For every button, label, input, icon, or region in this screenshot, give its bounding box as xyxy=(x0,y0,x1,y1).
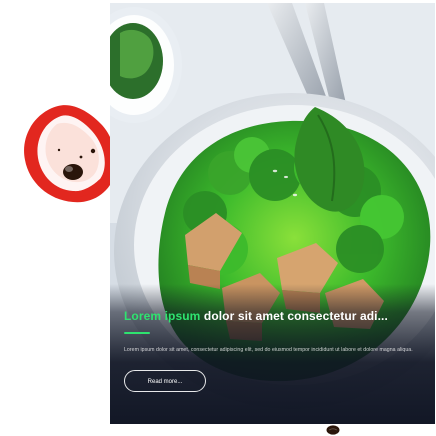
card-description: Lorem ipsum dolor sit amet, consectetur … xyxy=(124,347,413,353)
title-underline xyxy=(124,332,150,334)
card-content: Lorem ipsum dolor sit amet consectetur a… xyxy=(124,309,421,392)
card-title: Lorem ipsum dolor sit amet consectetur a… xyxy=(124,309,414,323)
card-title-rest: dolor sit amet consectetur adi... xyxy=(200,309,388,323)
red-pepper-icon xyxy=(24,105,117,203)
read-more-button[interactable]: Read more... xyxy=(124,370,206,392)
hero-card: Lorem ipsum dolor sit amet consectetur a… xyxy=(110,3,435,424)
page: Lorem ipsum dolor sit amet consectetur a… xyxy=(0,0,436,436)
coffee-bean-icon xyxy=(326,425,340,435)
card-title-accent: Lorem ipsum xyxy=(124,309,201,323)
